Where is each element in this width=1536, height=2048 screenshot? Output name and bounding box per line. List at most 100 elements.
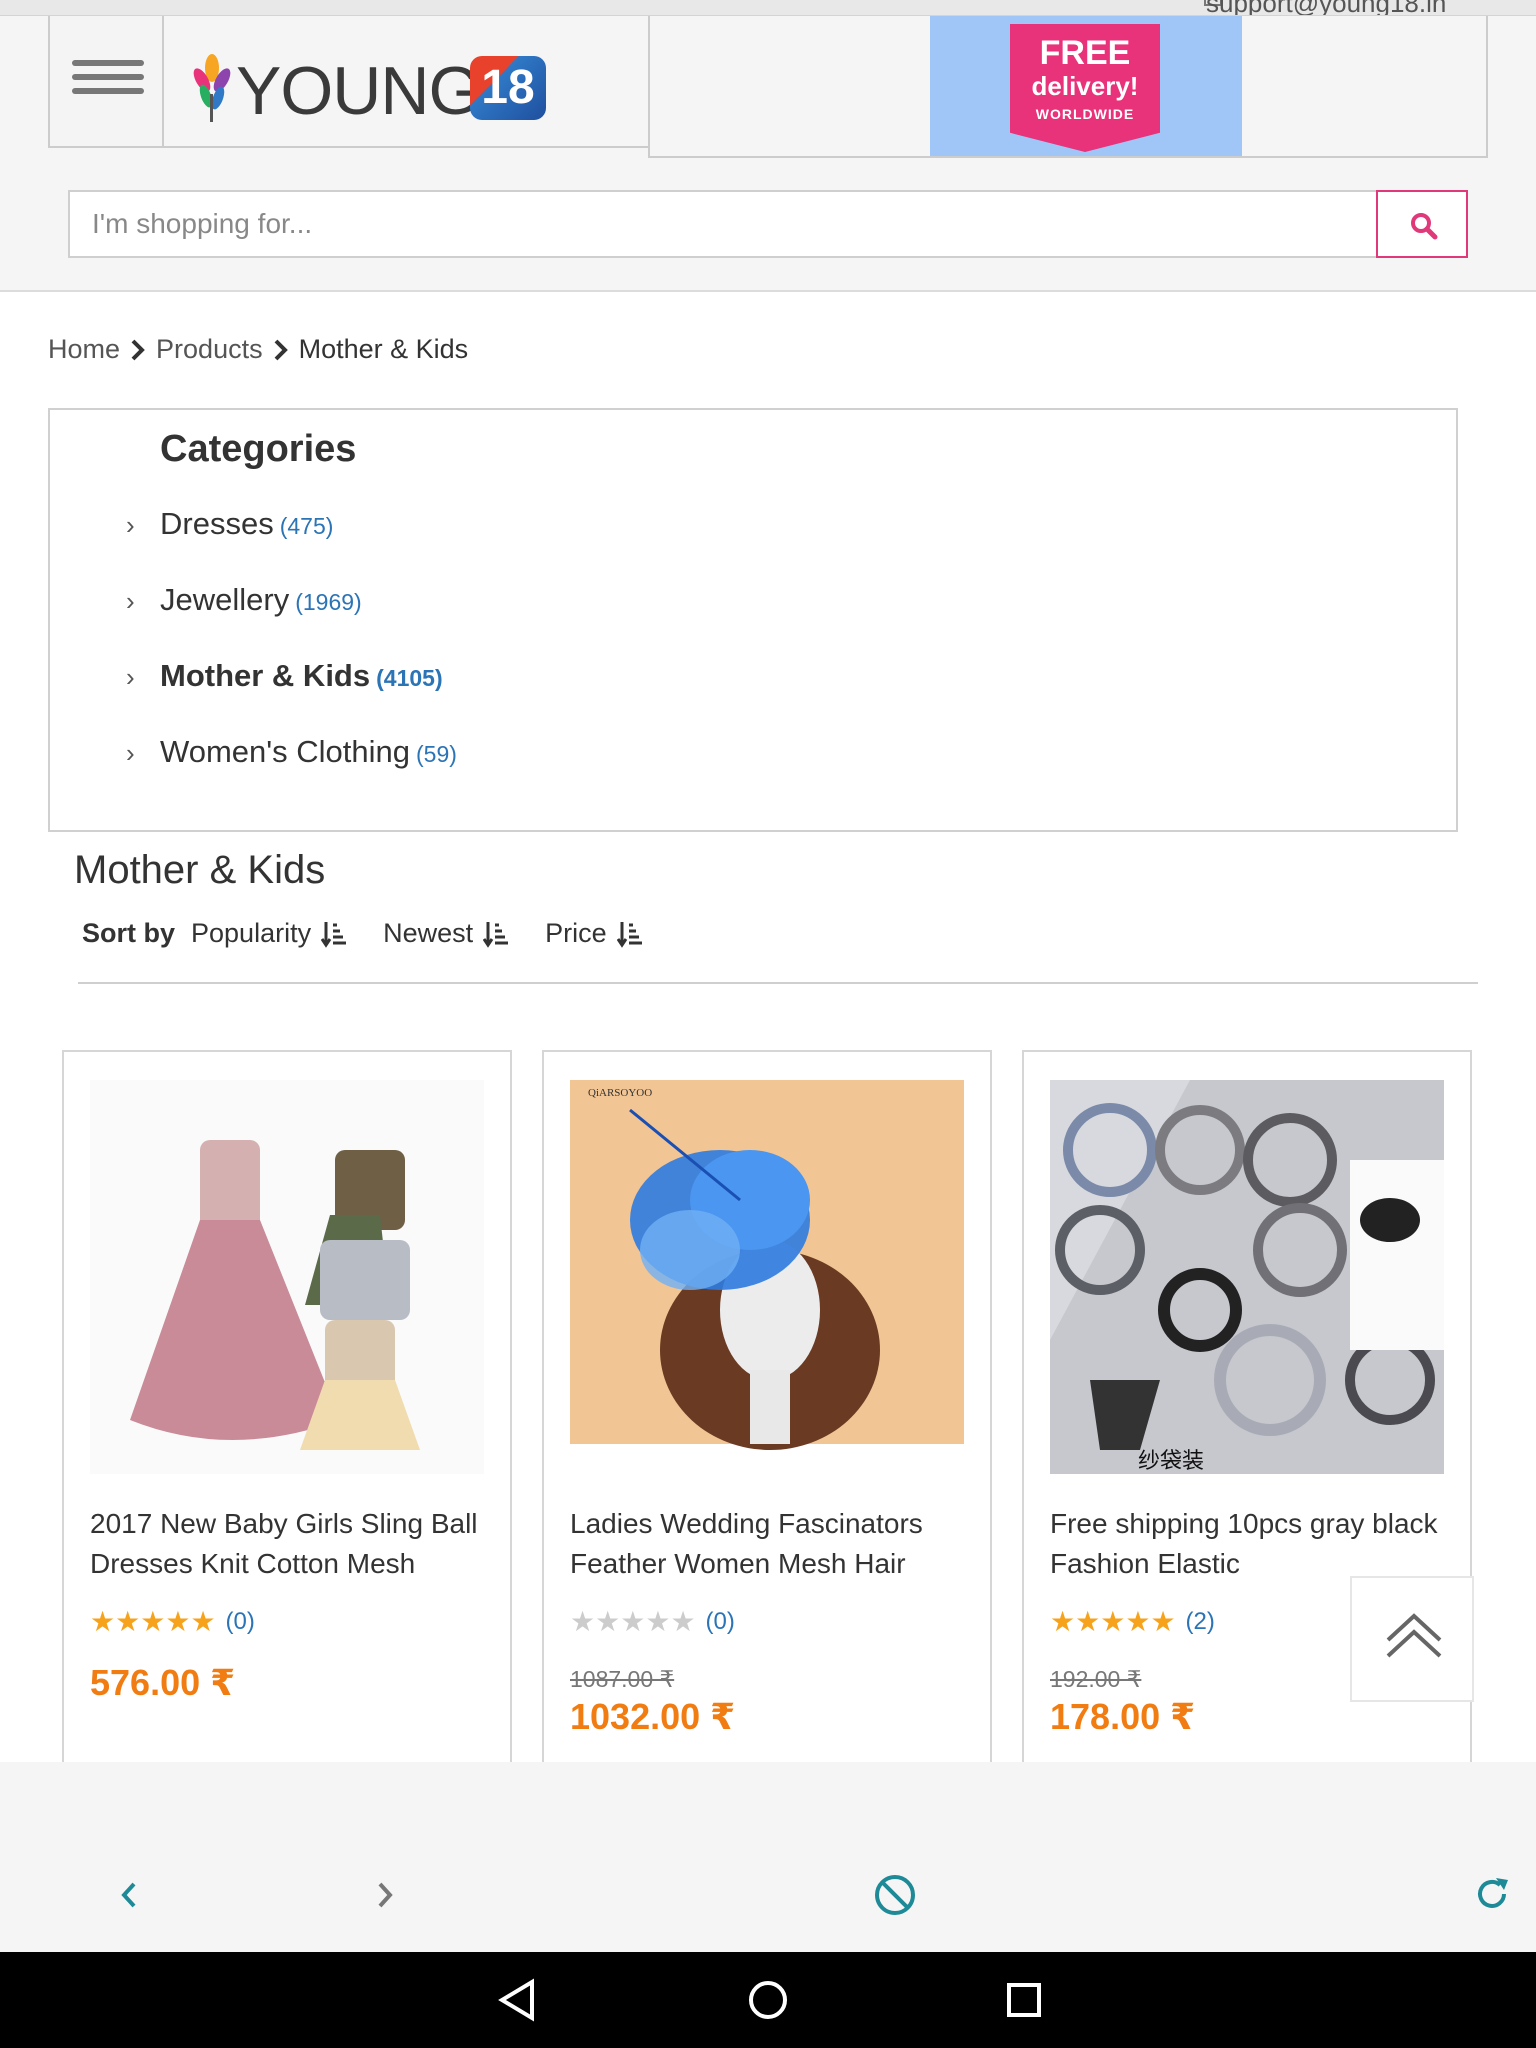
rating-count[interactable]: (2) [1186,1608,1215,1636]
star-icon: ★ [140,1606,166,1637]
sort-option-label: Newest [383,918,474,948]
breadcrumb: Home Products Mother & Kids [48,334,468,365]
star-rating: ★ ★ ★ ★ ★ [90,1608,216,1636]
category-name: Mother & Kids [160,658,371,693]
product-image[interactable] [90,1080,484,1474]
category-item-womens-clothing[interactable]: › Women's Clothing (59) [126,734,457,770]
chevron-right-icon: › [126,738,135,768]
chevron-right-icon [131,339,145,360]
image-text: QiARSOYOO [588,1087,652,1099]
menu-icon-bar [72,74,144,80]
site-header: YOUNG 18 FREE delivery! WORLDWIDE [0,16,1536,292]
categories-panel: Categories › Dresses (475) › Jewellery (… [48,408,1458,832]
sort-bar: Sort by Popularity Newest Price [82,918,679,949]
promo-line-2: delivery! [1031,71,1139,101]
nav-recents-icon[interactable] [1004,1976,1044,2024]
chevron-right-icon: › [126,662,135,692]
back-icon[interactable] [118,1878,140,1912]
star-icon: ★ [1075,1606,1101,1637]
sort-popularity[interactable]: Popularity [191,918,347,949]
category-item-dresses[interactable]: › Dresses (475) [126,506,333,542]
product-card-fascinator[interactable]: QiARSOYOO Ladies Wedding Fascinators Fea… [542,1050,992,1770]
category-name: Jewellery [160,582,290,617]
category-name: Dresses [160,506,274,541]
category-count: (475) [279,513,334,539]
star-icon: ★ [1125,1606,1151,1637]
product-name[interactable]: Free shipping 10pcs gray black Fashion E… [1050,1504,1450,1584]
product-price: 576.00 ₹ [90,1662,236,1703]
nav-home-icon[interactable] [746,1976,790,2024]
category-count: (59) [416,741,457,767]
back-to-top-button[interactable] [1350,1576,1474,1702]
sort-price[interactable]: Price [545,918,643,949]
star-icon: ★ [190,1606,216,1637]
promo-line-3: WORLDWIDE [1035,106,1135,122]
back-to-top-icon [1386,1613,1442,1658]
sort-icon [321,921,347,948]
star-icon: ★ [595,1606,621,1637]
promo-line-1: FREE [1039,34,1131,72]
star-icon: ★ [645,1606,671,1637]
category-item-mother-kids[interactable]: › Mother & Kids (4105) [126,658,443,694]
divider [78,982,1478,984]
system-nav-bar [0,1952,1536,2048]
search-bar [68,190,1468,258]
product-price: 1032.00 ₹ [570,1696,736,1737]
product-name[interactable]: Ladies Wedding Fascinators Feather Women… [570,1504,970,1584]
logo-badge: 18 [470,56,546,120]
product-old-price: 192.00 ₹ [1050,1666,1142,1692]
category-item-jewellery[interactable]: › Jewellery (1969) [126,582,362,618]
star-icon: ★ [670,1606,696,1637]
product-image[interactable]: 纱袋装 [1050,1080,1444,1474]
breadcrumb-home[interactable]: Home [48,334,120,365]
category-name: Women's Clothing [160,734,411,769]
menu-button[interactable] [48,16,164,148]
product-rating: ★ ★ ★ ★ ★ (0) [90,1608,255,1636]
product-image[interactable]: QiARSOYOO [570,1080,964,1474]
stop-icon[interactable] [874,1874,916,1916]
product-image-graphic: 纱袋装 [1050,1080,1444,1474]
promo-ribbon: FREE delivery! WORLDWIDE [1010,24,1160,152]
star-icon: ★ [115,1606,141,1637]
sort-icon [616,921,642,948]
browser-toolbar [0,1762,1536,1952]
menu-icon [72,60,144,66]
chevron-right-icon: › [126,510,135,540]
star-icon: ★ [620,1606,646,1637]
free-delivery-banner[interactable]: FREE delivery! WORLDWIDE [930,16,1242,156]
sort-option-label: Popularity [191,918,312,948]
logo-flower-icon [193,54,231,122]
site-logo[interactable]: YOUNG 18 [162,16,650,148]
product-rating: ★ ★ ★ ★ ★ (2) [1050,1608,1215,1636]
search-button[interactable] [1376,190,1468,258]
product-card-baby-dress[interactable]: 2017 New Baby Girls Sling Ball Dresses K… [62,1050,512,1770]
logo-text: YOUNG [236,53,481,129]
reload-icon[interactable] [1472,1874,1512,1914]
product-name[interactable]: 2017 New Baby Girls Sling Ball Dresses K… [90,1504,490,1584]
product-price: 178.00 ₹ [1050,1696,1196,1737]
product-old-price: 1087.00 ₹ [570,1666,675,1692]
promo-area: FREE delivery! WORLDWIDE [648,16,1488,158]
star-rating: ★ ★ ★ ★ ★ [1050,1608,1176,1636]
search-icon [1411,213,1438,240]
nav-back-icon[interactable] [494,1976,538,2024]
menu-icon-bar [72,88,144,94]
breadcrumb-products[interactable]: Products [156,334,263,365]
sort-icon [483,921,509,948]
product-rating: ★ ★ ★ ★ ★ (0) [570,1608,735,1636]
rating-count[interactable]: (0) [706,1608,735,1636]
sort-newest[interactable]: Newest [383,918,509,949]
star-icon: ★ [1150,1606,1176,1637]
category-count: (1969) [295,589,362,615]
rating-count[interactable]: (0) [226,1608,255,1636]
product-image-graphic: QiARSOYOO [570,1080,964,1474]
search-input[interactable] [68,190,1378,258]
image-text: 纱袋装 [1138,1449,1204,1474]
support-email[interactable]: support@young18.in [1206,0,1446,15]
star-icon: ★ [90,1606,116,1637]
page-title: Mother & Kids [74,848,326,892]
forward-icon[interactable] [374,1878,396,1912]
chevron-right-icon [274,339,288,360]
breadcrumb-current: Mother & Kids [298,334,469,364]
sort-option-label: Price [545,918,607,948]
